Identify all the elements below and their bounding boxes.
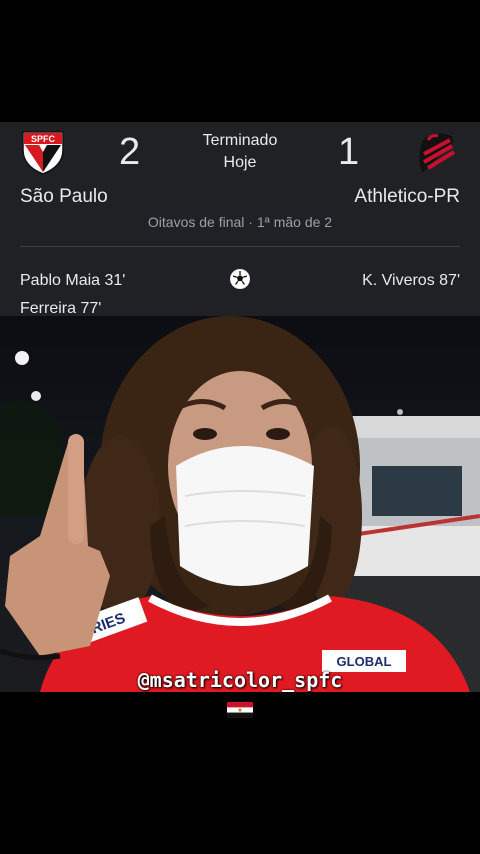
egypt-flag-icon	[227, 702, 253, 718]
home-scorers: Pablo Maia 31' Ferreira 77'	[20, 267, 125, 323]
video-watermark: @msatricolor_spfc	[137, 668, 343, 692]
home-team-name[interactable]: São Paulo	[20, 186, 108, 208]
video-frame[interactable]: FRIES GLOBAL	[0, 316, 480, 692]
away-score: 1	[338, 131, 360, 173]
status-label: Terminado	[202, 132, 278, 149]
competition-round: Oitavos de final · 1ª mão de 2	[147, 214, 333, 230]
match-date: Hoje	[223, 154, 257, 171]
divider	[20, 246, 460, 247]
sponsor-right: GLOBAL	[337, 654, 392, 669]
away-scorers: K. Viveros 87'	[362, 267, 460, 295]
match-status: Terminado Hoje	[170, 130, 310, 174]
building-roof	[345, 416, 480, 438]
home-scorer: Pablo Maia 31'	[20, 272, 126, 289]
athletico-crest-icon	[418, 132, 456, 175]
sao-paulo-crest-icon: SPFC	[22, 131, 64, 175]
street-light	[397, 409, 403, 415]
crest-text: SPFC	[31, 134, 56, 144]
match-score-card[interactable]: SPFC 2 Terminado Hoje 1 São Paulo Athlet…	[0, 122, 480, 317]
home-score: 2	[119, 131, 141, 173]
away-team-name[interactable]: Athletico-PR	[354, 186, 460, 208]
away-scorer: K. Viveros 87'	[362, 272, 460, 289]
street-light	[15, 351, 29, 365]
video-scene: FRIES GLOBAL	[0, 316, 480, 692]
face-mask	[176, 446, 314, 586]
street-light	[31, 391, 41, 401]
soccer-ball-icon	[230, 269, 250, 289]
